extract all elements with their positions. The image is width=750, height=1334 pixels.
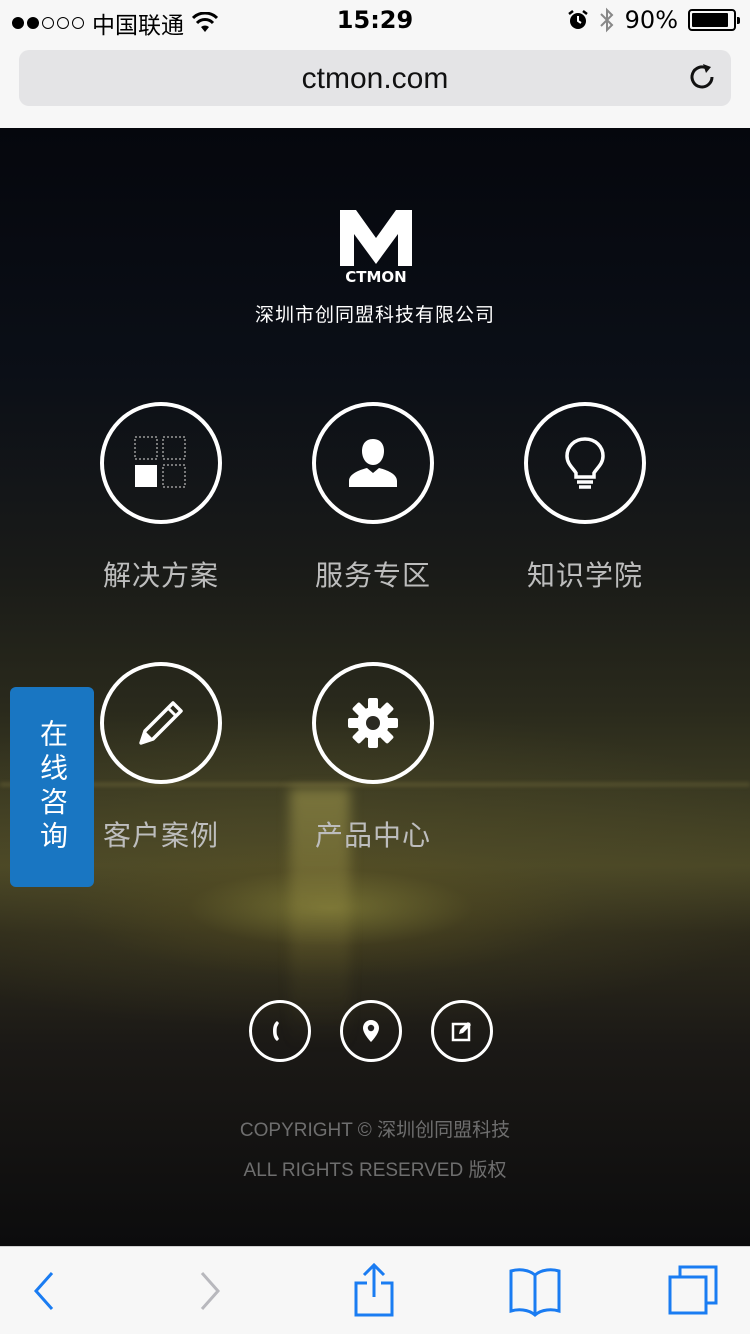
tabs-icon[interactable] [666,1263,720,1319]
contact-icons [249,1000,493,1062]
bookmarks-icon[interactable] [508,1263,562,1319]
address-bar[interactable]: ctmon.com [19,50,731,106]
phone-button[interactable] [249,1000,311,1062]
menu-circle[interactable] [312,402,434,524]
menu-label[interactable]: 产品中心 [273,814,473,854]
share-icon[interactable] [352,1263,396,1319]
phone-icon [273,1021,279,1041]
forward-icon[interactable] [198,1263,224,1319]
copyright: COPYRIGHT © 深圳创同盟科技 ALL RIGHTS RESERVED … [0,1111,750,1191]
menu-label[interactable]: 服务专区 [273,554,473,594]
page-content: CTMON 深圳市创同盟科技有限公司 解决方案 服务专区 知识学院 客户案例 产… [0,128,750,1246]
menu-label[interactable]: 知识学院 [485,554,685,594]
url-text[interactable]: ctmon.com [19,62,731,96]
pencil-icon [139,701,183,745]
browser-toolbar [0,1246,750,1334]
battery-percent: 90% [624,6,678,34]
menu-label[interactable]: 解决方案 [61,554,261,594]
message-button[interactable] [431,1000,493,1062]
menu-item-products[interactable]: 产品中心 [273,662,473,854]
menu-item-solutions[interactable]: 解决方案 [61,402,261,594]
status-bar: 中国联通 15:29 90% [0,0,750,40]
gear-icon [348,698,398,748]
copyright-line-2: ALL RIGHTS RESERVED 版权 [243,1160,507,1181]
ctmon-logo[interactable]: CTMON [338,208,414,284]
menu-item-knowledge[interactable]: 知识学院 [485,402,685,594]
online-consult-button[interactable]: 在线咨询 [10,687,94,887]
solutions-grid-icon [134,436,186,488]
lightbulb-icon [565,437,605,489]
copyright-line-1: COPYRIGHT © 深圳创同盟科技 [239,1120,511,1141]
battery-icon [688,9,740,31]
location-button[interactable] [340,1000,402,1062]
menu-circle[interactable] [100,402,222,524]
company-name: 深圳市创同盟科技有限公司 [254,304,495,326]
edit-icon [451,1022,471,1042]
menu-circle[interactable] [100,662,222,784]
menu-circle[interactable] [312,662,434,784]
consult-label[interactable]: 在线咨询 [36,719,69,855]
alarm-icon [567,10,588,29]
menu-circle[interactable] [524,402,646,524]
bluetooth-icon [599,7,614,33]
back-icon[interactable] [30,1263,56,1319]
browser-address-area: ctmon.com [0,40,750,128]
location-pin-icon [363,1020,379,1042]
menu-item-service[interactable]: 服务专区 [273,402,473,594]
logo-text: CTMON [345,268,406,284]
reload-icon[interactable] [687,62,717,92]
user-icon [349,439,397,487]
